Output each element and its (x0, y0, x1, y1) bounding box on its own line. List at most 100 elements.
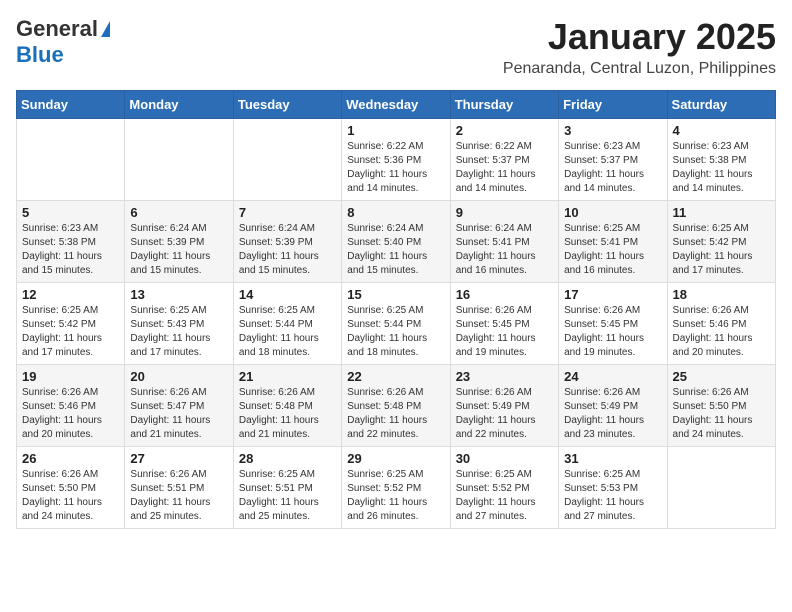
day-info: Sunrise: 6:24 AMSunset: 5:40 PMDaylight:… (347, 222, 444, 278)
day-info: Sunrise: 6:25 AMSunset: 5:42 PMDaylight:… (22, 304, 119, 360)
day-info: Sunrise: 6:23 AMSunset: 5:37 PMDaylight:… (564, 140, 661, 196)
calendar-cell (233, 119, 341, 201)
calendar-cell (667, 447, 775, 529)
calendar-cell: 27Sunrise: 6:26 AMSunset: 5:51 PMDayligh… (125, 447, 233, 529)
weekday-header-saturday: Saturday (667, 91, 775, 119)
day-number: 3 (564, 123, 661, 138)
weekday-header-wednesday: Wednesday (342, 91, 450, 119)
day-number: 22 (347, 369, 444, 384)
logo-general-text: General (16, 16, 98, 42)
day-number: 1 (347, 123, 444, 138)
day-number: 5 (22, 205, 119, 220)
calendar-cell: 10Sunrise: 6:25 AMSunset: 5:41 PMDayligh… (559, 201, 667, 283)
day-info: Sunrise: 6:26 AMSunset: 5:48 PMDaylight:… (239, 386, 336, 442)
day-number: 9 (456, 205, 553, 220)
calendar-cell: 5 Sunrise: 6:23 AMSunset: 5:38 PMDaylight… (17, 201, 125, 283)
day-number: 30 (456, 451, 553, 466)
calendar-cell: 1 Sunrise: 6:22 AMSunset: 5:36 PMDaylight… (342, 119, 450, 201)
calendar-cell: 19Sunrise: 6:26 AMSunset: 5:46 PMDayligh… (17, 365, 125, 447)
calendar-cell: 9 Sunrise: 6:24 AMSunset: 5:41 PMDaylight… (450, 201, 558, 283)
day-number: 12 (22, 287, 119, 302)
day-number: 16 (456, 287, 553, 302)
day-info: Sunrise: 6:26 AMSunset: 5:49 PMDaylight:… (564, 386, 661, 442)
calendar-cell: 8 Sunrise: 6:24 AMSunset: 5:40 PMDaylight… (342, 201, 450, 283)
day-info: Sunrise: 6:24 AMSunset: 5:41 PMDaylight:… (456, 222, 553, 278)
calendar-cell: 29 Sunrise: 6:25 AMSunset: 5:52 PMDayligh… (342, 447, 450, 529)
day-info: Sunrise: 6:26 AMSunset: 5:50 PMDaylight:… (673, 386, 770, 442)
day-info: Sunrise: 6:24 AMSunset: 5:39 PMDaylight:… (239, 222, 336, 278)
calendar-cell: 15 Sunrise: 6:25 AMSunset: 5:44 PMDayligh… (342, 283, 450, 365)
day-number: 4 (673, 123, 770, 138)
day-number: 17 (564, 287, 661, 302)
day-info: Sunrise: 6:26 AMSunset: 5:45 PMDaylight:… (456, 304, 553, 360)
day-info: Sunrise: 6:24 AMSunset: 5:39 PMDaylight:… (130, 222, 227, 278)
day-info: Sunrise: 6:25 AMSunset: 5:53 PMDaylight:… (564, 468, 661, 524)
day-number: 15 (347, 287, 444, 302)
day-number: 10 (564, 205, 661, 220)
calendar-table: SundayMondayTuesdayWednesdayThursdayFrid… (16, 90, 776, 529)
location-title: Penaranda, Central Luzon, Philippines (503, 60, 776, 78)
calendar-cell: 23 Sunrise: 6:26 AMSunset: 5:49 PMDayligh… (450, 365, 558, 447)
calendar-cell: 12 Sunrise: 6:25 AMSunset: 5:42 PMDayligh… (17, 283, 125, 365)
calendar-cell: 2Sunrise: 6:22 AMSunset: 5:37 PMDaylight… (450, 119, 558, 201)
day-info: Sunrise: 6:25 AMSunset: 5:42 PMDaylight:… (673, 222, 770, 278)
weekday-header-thursday: Thursday (450, 91, 558, 119)
day-info: Sunrise: 6:23 AMSunset: 5:38 PMDaylight:… (22, 222, 119, 278)
calendar-week-5: 26Sunrise: 6:26 AMSunset: 5:50 PMDayligh… (17, 447, 776, 529)
day-number: 29 (347, 451, 444, 466)
day-info: Sunrise: 6:25 AMSunset: 5:43 PMDaylight:… (130, 304, 227, 360)
calendar-cell: 28 Sunrise: 6:25 AMSunset: 5:51 PMDayligh… (233, 447, 341, 529)
day-info: Sunrise: 6:22 AMSunset: 5:36 PMDaylight:… (347, 140, 444, 196)
weekday-header-friday: Friday (559, 91, 667, 119)
day-number: 27 (130, 451, 227, 466)
day-number: 25 (673, 369, 770, 384)
calendar-header-row: SundayMondayTuesdayWednesdayThursdayFrid… (17, 91, 776, 119)
calendar-cell (17, 119, 125, 201)
title-block: January 2025 Penaranda, Central Luzon, P… (503, 16, 776, 78)
calendar-week-4: 19Sunrise: 6:26 AMSunset: 5:46 PMDayligh… (17, 365, 776, 447)
calendar-cell: 6Sunrise: 6:24 AMSunset: 5:39 PMDaylight… (125, 201, 233, 283)
calendar-week-3: 12 Sunrise: 6:25 AMSunset: 5:42 PMDayligh… (17, 283, 776, 365)
day-number: 11 (673, 205, 770, 220)
day-number: 2 (456, 123, 553, 138)
calendar-cell: 14Sunrise: 6:25 AMSunset: 5:44 PMDayligh… (233, 283, 341, 365)
calendar-cell: 4 Sunrise: 6:23 AMSunset: 5:38 PMDaylight… (667, 119, 775, 201)
day-info: Sunrise: 6:25 AMSunset: 5:51 PMDaylight:… (239, 468, 336, 524)
calendar-cell: 17 Sunrise: 6:26 AMSunset: 5:45 PMDayligh… (559, 283, 667, 365)
day-number: 19 (22, 369, 119, 384)
calendar-cell: 24 Sunrise: 6:26 AMSunset: 5:49 PMDayligh… (559, 365, 667, 447)
calendar-cell: 20Sunrise: 6:26 AMSunset: 5:47 PMDayligh… (125, 365, 233, 447)
day-info: Sunrise: 6:23 AMSunset: 5:38 PMDaylight:… (673, 140, 770, 196)
day-number: 20 (130, 369, 227, 384)
calendar-cell: 25 Sunrise: 6:26 AMSunset: 5:50 PMDayligh… (667, 365, 775, 447)
day-number: 28 (239, 451, 336, 466)
logo: General Blue (16, 16, 110, 68)
calendar-cell: 16 Sunrise: 6:26 AMSunset: 5:45 PMDayligh… (450, 283, 558, 365)
day-info: Sunrise: 6:26 AMSunset: 5:45 PMDaylight:… (564, 304, 661, 360)
day-info: Sunrise: 6:26 AMSunset: 5:48 PMDaylight:… (347, 386, 444, 442)
calendar-cell: 22 Sunrise: 6:26 AMSunset: 5:48 PMDayligh… (342, 365, 450, 447)
weekday-header-monday: Monday (125, 91, 233, 119)
day-number: 26 (22, 451, 119, 466)
day-number: 14 (239, 287, 336, 302)
day-number: 31 (564, 451, 661, 466)
calendar-cell: 11 Sunrise: 6:25 AMSunset: 5:42 PMDayligh… (667, 201, 775, 283)
day-info: Sunrise: 6:26 AMSunset: 5:46 PMDaylight:… (673, 304, 770, 360)
month-title: January 2025 (503, 16, 776, 58)
logo-blue-text: Blue (16, 42, 64, 68)
calendar-cell: 30Sunrise: 6:25 AMSunset: 5:52 PMDayligh… (450, 447, 558, 529)
calendar-cell: 13Sunrise: 6:25 AMSunset: 5:43 PMDayligh… (125, 283, 233, 365)
day-info: Sunrise: 6:25 AMSunset: 5:52 PMDaylight:… (347, 468, 444, 524)
calendar-cell: 18 Sunrise: 6:26 AMSunset: 5:46 PMDayligh… (667, 283, 775, 365)
day-number: 8 (347, 205, 444, 220)
calendar-cell: 21 Sunrise: 6:26 AMSunset: 5:48 PMDayligh… (233, 365, 341, 447)
day-info: Sunrise: 6:25 AMSunset: 5:44 PMDaylight:… (347, 304, 444, 360)
day-number: 21 (239, 369, 336, 384)
calendar-cell: 31 Sunrise: 6:25 AMSunset: 5:53 PMDayligh… (559, 447, 667, 529)
day-number: 24 (564, 369, 661, 384)
calendar-cell: 7Sunrise: 6:24 AMSunset: 5:39 PMDaylight… (233, 201, 341, 283)
day-number: 23 (456, 369, 553, 384)
weekday-header-tuesday: Tuesday (233, 91, 341, 119)
day-info: Sunrise: 6:26 AMSunset: 5:49 PMDaylight:… (456, 386, 553, 442)
day-number: 18 (673, 287, 770, 302)
